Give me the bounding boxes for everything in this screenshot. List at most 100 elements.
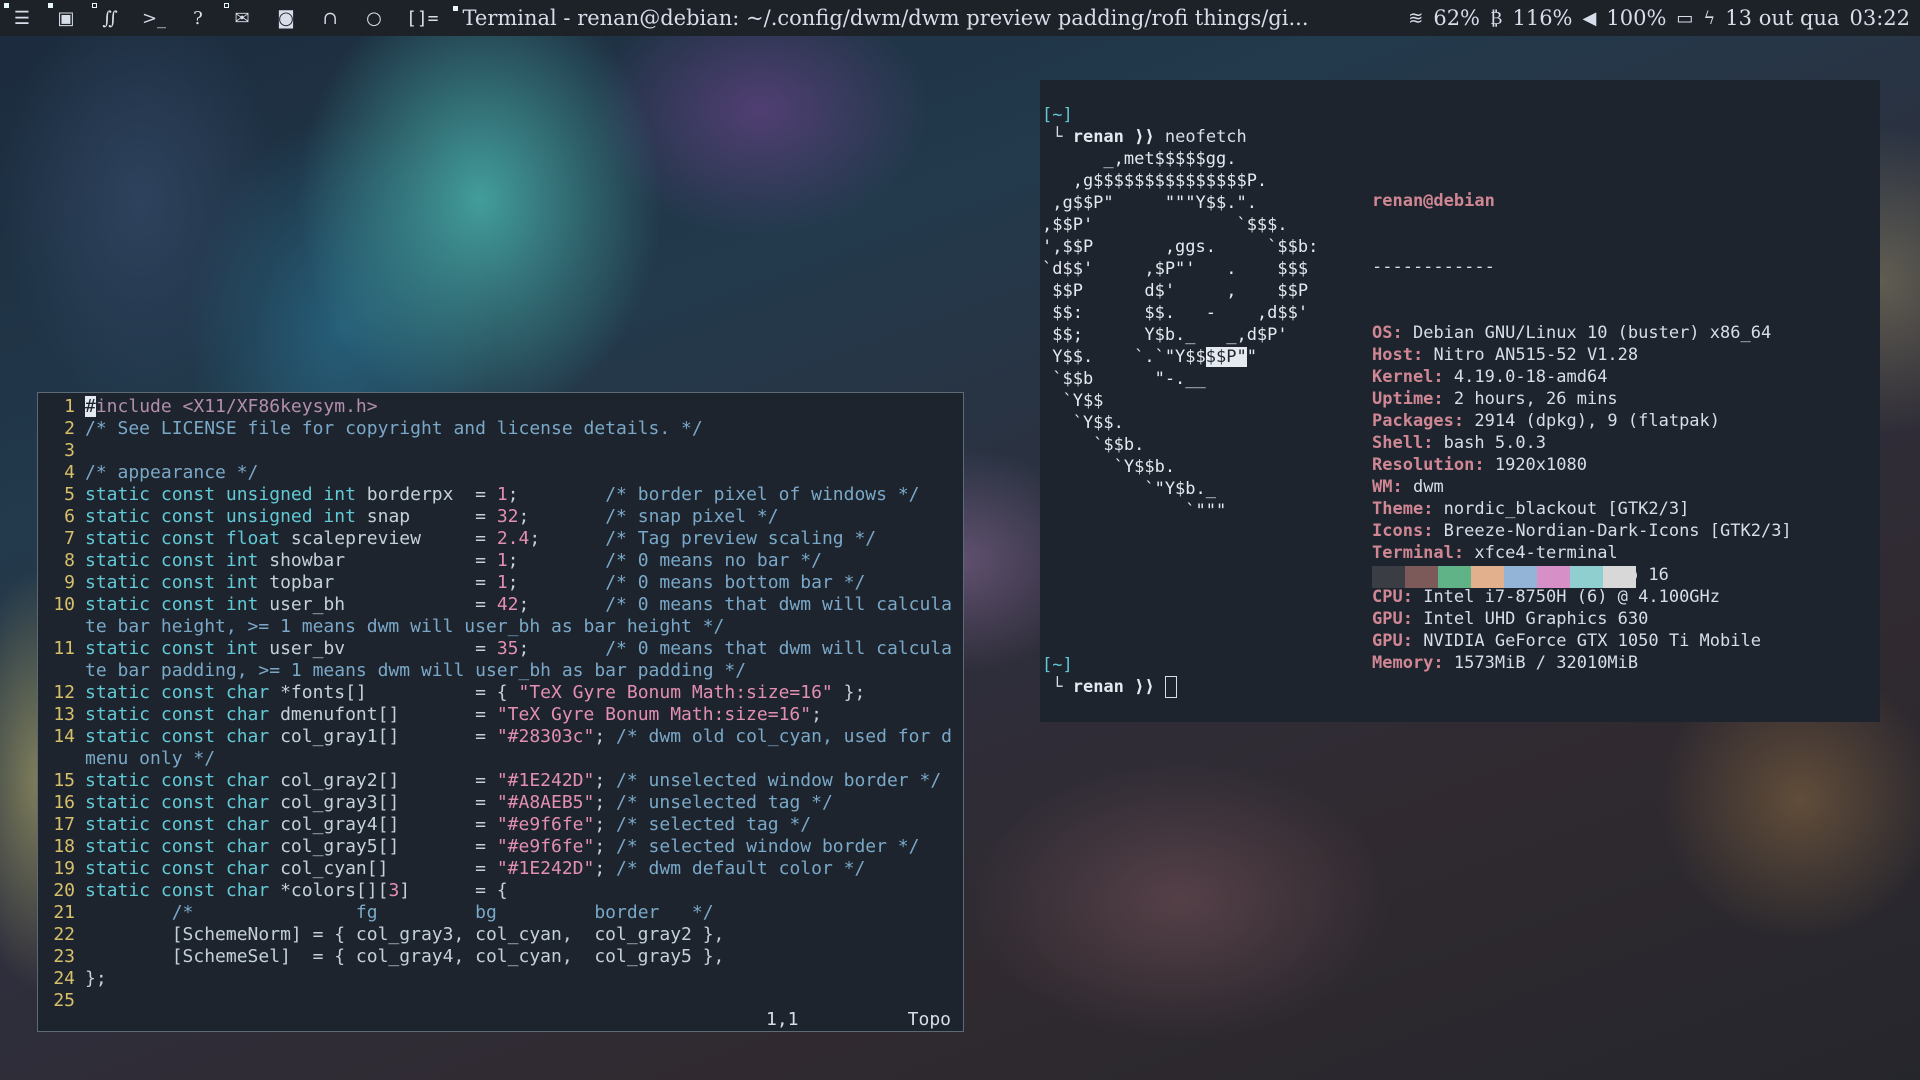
headphones-icon[interactable]: ∩ [308,0,352,36]
info-value: 1573MiB / 32010MiB [1453,653,1639,673]
info-key: Host [1372,345,1413,365]
info-value: 1920x1080 [1494,455,1587,475]
code-line: 3 [64,440,75,461]
info-value: NVIDIA GeForce GTX 1050 Ti Mobile [1423,631,1761,651]
info-key: CPU [1372,587,1403,607]
tag-glyph: ○ [366,7,382,29]
wifi-icon: ≋ [1408,7,1424,29]
command-line[interactable]: └ renan ⟩⟩ [1042,676,1177,698]
scroll-position: Topo [907,1009,951,1030]
terminal-icon[interactable]: ☰ [0,0,44,36]
code-line: 15 static const char col_gray2[] = "#1E24… [53,770,942,791]
tag-glyph: >_ [141,7,167,29]
terminal-window[interactable]: [~] └ renan ⟩⟩ neofetch _,met$$$$$gg. ,g… [1040,80,1880,722]
info-key: GPU [1372,631,1403,651]
code-line: menu only */ [85,748,216,769]
info-row: CPU: Intel i7-8750H (6) @ 4.100GHz [1372,587,1721,607]
color-swatch [1570,566,1603,588]
status-bar: ☰ ▣ ∬ >_? ✉ ◙ ∩ ○ []= Terminal - renan@debian: … [0,0,1920,36]
info-row: Resolution: 1920x1080 [1372,455,1587,475]
code-line: 8 static const int showbar = 1; /* 0 mean… [64,550,822,571]
info-key: Kernel [1372,367,1434,387]
camera-icon[interactable]: ◙ [264,0,308,36]
vim-editor-window[interactable]: 1 #include <X11/XF86keysym.h> 2/* See LIC… [37,392,964,1032]
code-line: 24}; [53,968,107,989]
code-line: 12 static const char *fonts[] = { "TeX Gy… [53,682,866,703]
info-row: Uptime: 2 hours, 26 mins [1372,389,1618,409]
info-row: Shell: bash 5.0.3 [1372,433,1547,453]
color-swatch [1438,566,1471,588]
code-line: 17 static const char col_gray4[] = "#e9f6… [53,814,812,835]
info-key: Packages [1372,411,1454,431]
vim-ruler: 1,1 Topo [38,1009,963,1031]
editor-buffer[interactable]: 1 #include <X11/XF86keysym.h> 2/* See LIC… [38,396,963,1012]
tag-glyph: ✉ [234,7,250,29]
info-row: Memory: 1573MiB / 32010MiB [1372,653,1639,673]
info-value: nordic_blackout [GTK2/3] [1443,499,1690,519]
prompt-icon[interactable]: >_ [132,0,176,36]
window-title-text: Terminal - renan@debian: ~/.config/dwm/d… [462,6,1309,30]
color-swatch [1537,566,1570,588]
tag-indicator [48,3,53,8]
info-row: Icons: Breeze-Nordian-Dark-Icons [GTK2/3… [1372,521,1792,541]
tag-indicator [92,3,97,8]
code-line: 13 static const char dmenufont[] = "TeX G… [53,704,822,725]
info-key: Theme [1372,499,1424,519]
info-key: Shell [1372,433,1424,453]
tag-glyph: ☰ [13,7,31,29]
info-value: Breeze-Nordian-Dark-Icons [GTK2/3] [1443,521,1792,541]
window-title: Terminal - renan@debian: ~/.config/dwm/d… [452,6,1309,30]
code-line: 9 static const int topbar = 1; /* 0 means… [64,572,866,593]
layout-indicator[interactable]: []= [406,8,439,29]
volume-icon: ◀ [1582,7,1597,29]
question-icon[interactable]: ? [176,0,220,36]
prompt-dir: [~] [1042,105,1073,125]
user-host: renan@debian [1372,191,1495,211]
tag-indicator [4,3,9,8]
mail-icon[interactable]: ✉ [220,0,264,36]
code-line: 14 static const char col_gray1[] = "#2830… [53,726,952,747]
info-value: Intel i7-8750H (6) @ 4.100GHz [1423,587,1721,607]
info-list: OS: Debian GNU/Linux 10 (buster) x86_64 H… [1372,322,1792,674]
prompt-separator: ⟩⟩ [1134,677,1155,697]
code-line: 7 static const float scalepreview = 2.4; … [64,528,877,549]
brightness-value: 116% [1512,6,1573,30]
charging-icon: ϟ [1703,7,1716,29]
info-value: Intel UHD Graphics 630 [1423,609,1649,629]
terminal-cursor [1164,676,1177,698]
prompt-line: [~] [1042,654,1073,676]
executed-command: neofetch [1164,127,1247,147]
document-icon[interactable]: ▣ [44,0,88,36]
color-swatch [1372,566,1405,588]
info-row: Packages: 2914 (dpkg), 9 (flatpak) [1372,411,1721,431]
search-icon[interactable]: ○ [352,0,396,36]
code-line: 5 static const unsigned int borderpx = 1;… [64,484,920,505]
info-value: dwm [1412,477,1444,497]
code-line: 20 static const char *colors[][3] = { [53,880,508,901]
info-row: Host: Nitro AN515-52 V1.28 [1372,345,1639,365]
integral-icon[interactable]: ∬ [88,0,132,36]
tag-glyph: ▣ [57,7,75,29]
command-line: └ renan ⟩⟩ neofetch [1042,127,1247,147]
code-line: 2/* See LICENSE file for copyright and l… [64,418,703,439]
info-key: Resolution [1372,455,1475,475]
info-value: xfce4-terminal [1474,543,1618,563]
tag-glyph: ∩ [322,7,338,29]
info-row: GPU: NVIDIA GeForce GTX 1050 Ti Mobile [1372,631,1761,651]
color-swatch [1504,566,1537,588]
code-line: 22 [SchemeNorm] = { col_gray3, col_cyan,… [53,924,725,945]
code-line: 10 static const int user_bh = 42; /* 0 me… [53,594,952,615]
prompt-separator: ⟩⟩ [1134,127,1155,147]
code-line: 21 /* fg bg border */ [53,902,714,923]
code-line: 1 #include <X11/XF86keysym.h> [64,396,378,417]
system-info: renan@debian ------------ OS: Debian GNU… [1372,146,1792,718]
tag-glyph: ∬ [102,7,118,29]
code-line: 11 static const int user_bv = 35; /* 0 me… [53,638,952,659]
color-swatch [1603,566,1636,588]
code-line: 16 static const char col_gray3[] = "#A8AE… [53,792,833,813]
info-key: Terminal [1372,543,1454,563]
prompt-dir: [~] [1042,655,1073,675]
code-line: 19 static const char col_cyan[] = "#1E242… [53,858,866,879]
info-value: Debian GNU/Linux 10 (buster) x86_64 [1412,323,1772,343]
color-swatch [1405,566,1438,588]
